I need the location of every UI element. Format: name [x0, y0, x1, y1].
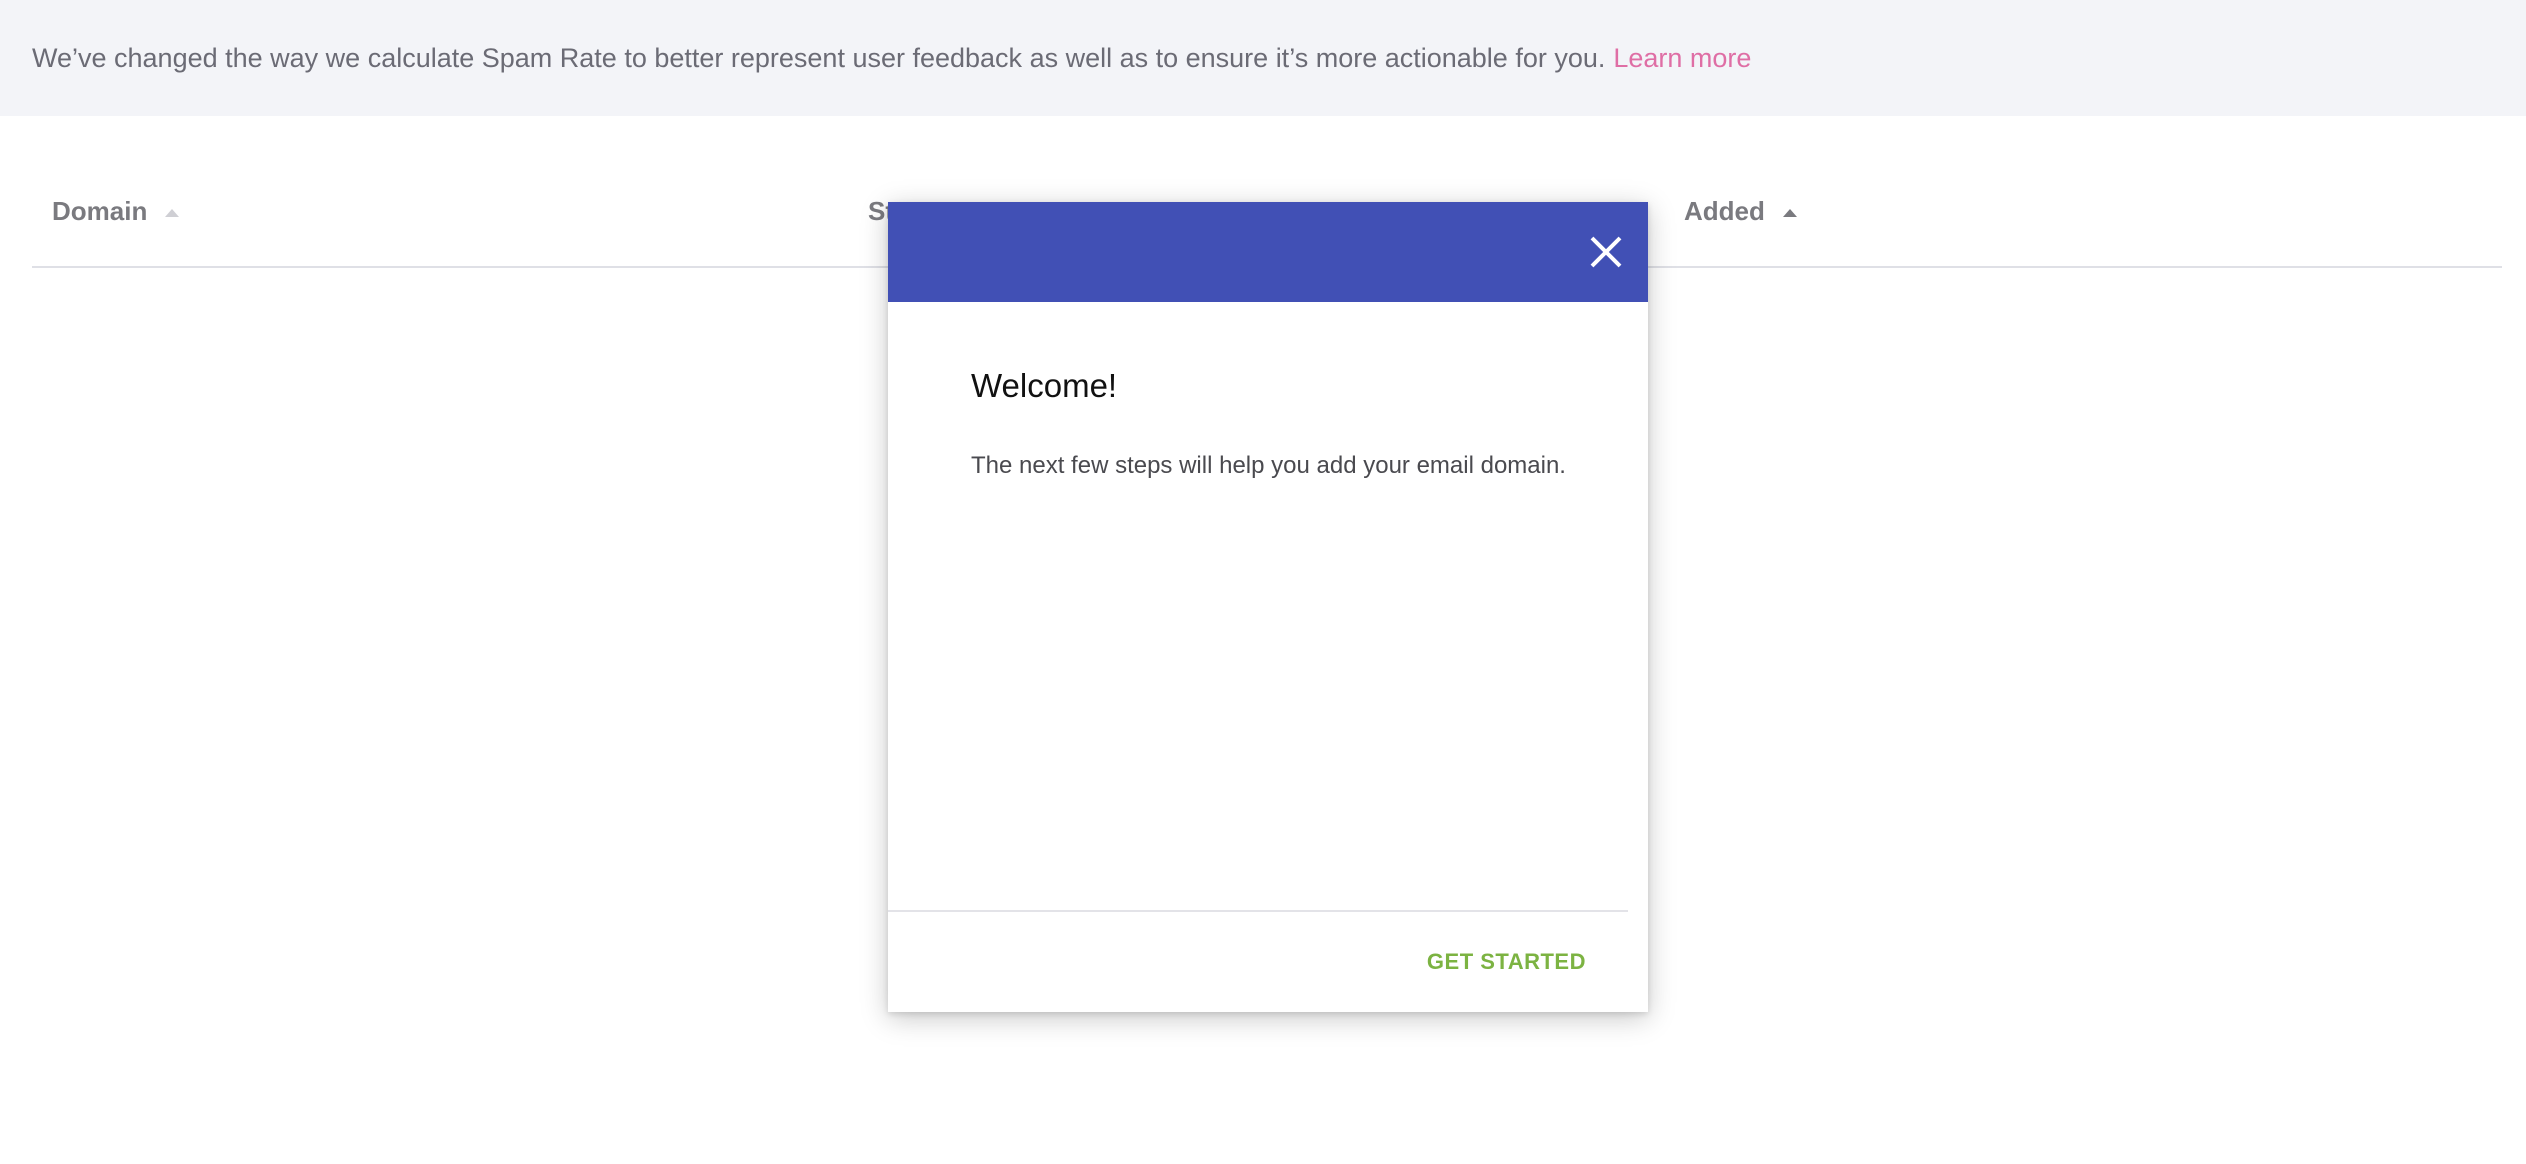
column-label-added: Added — [1684, 196, 1765, 226]
dialog-title: Welcome! — [971, 367, 1118, 404]
sort-arrow-icon — [165, 208, 180, 217]
welcome-dialog: Welcome! The next few steps will help yo… — [888, 202, 1648, 1012]
get-started-button[interactable]: GET STARTED — [1427, 949, 1586, 975]
banner-message: We’ve changed the way we calculate Spam … — [32, 42, 1606, 73]
close-icon — [1590, 236, 1622, 268]
sort-arrow-icon — [1782, 208, 1797, 217]
column-label-domain: Domain — [52, 196, 148, 226]
dialog-divider — [888, 910, 1628, 912]
notice-banner: We’ve changed the way we calculate Spam … — [0, 0, 2526, 116]
close-button[interactable] — [1586, 232, 1626, 272]
dialog-body-text: The next few steps will help you add you… — [971, 452, 1566, 479]
learn-more-link[interactable]: Learn more — [1613, 43, 1751, 74]
dialog-header — [888, 202, 1648, 302]
column-header-added[interactable]: Added — [1684, 196, 1797, 227]
column-header-domain[interactable]: Domain — [52, 196, 180, 227]
